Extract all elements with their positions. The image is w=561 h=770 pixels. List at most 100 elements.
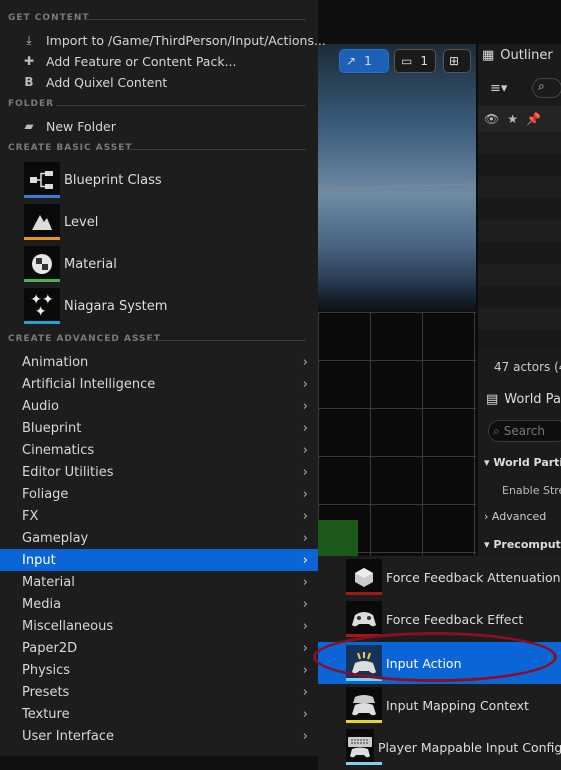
- details-category-world-partition[interactable]: ▾ World Partiti: [484, 456, 561, 469]
- advanced-category-label: Physics: [22, 662, 71, 678]
- advanced-category-audio[interactable]: Audio ›: [0, 395, 318, 417]
- submenu-item-player-mappable-input-config[interactable]: Player Mappable Input Config: [318, 726, 561, 768]
- section-folder: FOLDER: [8, 99, 54, 109]
- level-viewport[interactable]: [318, 44, 476, 564]
- details-search-input[interactable]: ⌕ Search: [488, 420, 561, 442]
- section-label: FOLDER: [8, 99, 55, 109]
- advanced-category-miscellaneous[interactable]: Miscellaneous ›: [0, 615, 318, 637]
- blueprint-class-icon: [24, 162, 60, 198]
- camera-speed-value: 1: [364, 54, 372, 68]
- submenu-item-force-feedback-attenuation[interactable]: Force Feedback Attenuation: [318, 556, 561, 598]
- menu-item-label: New Folder: [46, 118, 116, 134]
- advanced-category-physics[interactable]: Physics ›: [0, 659, 318, 681]
- content-browser-context-menu: GET CONTENT ⤓ Import to /Game/ThirdPerso…: [0, 0, 326, 756]
- layout-button[interactable]: ⊞: [443, 49, 471, 73]
- camera-speed-button[interactable]: ↗ 1: [339, 49, 389, 73]
- details-search-placeholder: Search: [503, 424, 545, 438]
- outliner-icon: ▦: [482, 48, 495, 63]
- advanced-category-presets[interactable]: Presets ›: [0, 681, 318, 703]
- world-partition-title: World Par: [504, 392, 561, 407]
- section-label: CREATE ADVANCED ASSET: [8, 334, 161, 344]
- force-feedback-attenuation-icon: [346, 559, 382, 595]
- menu-item-label: Add Feature or Content Pack...: [46, 53, 237, 69]
- advanced-category-blueprint[interactable]: Blueprint ›: [0, 417, 318, 439]
- chevron-right-icon: ›: [302, 464, 308, 480]
- menu-item-add-quixel[interactable]: B Add Quixel Content: [22, 72, 167, 92]
- feature-pack-icon: ✚: [23, 54, 35, 68]
- chevron-right-icon: ›: [302, 354, 308, 370]
- basic-asset-label: Level: [64, 214, 99, 230]
- advanced-category-texture[interactable]: Texture ›: [0, 703, 318, 725]
- basic-asset-material[interactable]: Material: [24, 246, 314, 282]
- basic-asset-blueprint-class[interactable]: Blueprint Class: [24, 162, 314, 198]
- chevron-right-icon: ›: [302, 618, 308, 634]
- pin-icon[interactable]: 📌: [526, 112, 541, 126]
- outliner-header: ▦ Outliner: [482, 48, 553, 63]
- section-get-content: GET CONTENT: [8, 13, 90, 23]
- menu-item-label: Import to /Game/ThirdPerson/Input/Action…: [46, 32, 326, 48]
- chevron-right-icon: ›: [302, 574, 308, 590]
- advanced-category-user-interface[interactable]: User Interface ›: [0, 725, 318, 747]
- section-create-advanced: CREATE ADVANCED ASSET: [8, 334, 161, 344]
- advanced-category-label: Audio: [22, 398, 59, 414]
- advanced-category-label: FX: [22, 508, 39, 524]
- basic-asset-niagara-system[interactable]: ✦✦ ✦ Niagara System: [24, 288, 314, 324]
- search-icon[interactable]: ⌕: [532, 78, 561, 98]
- details-row-enable-streaming: Enable Strea: [502, 484, 561, 497]
- outliner-panel: ▦ Outliner ≡▾ ⌕ 👁 ★ 📌 47 actors (4 ▤ Wor…: [476, 44, 561, 564]
- basic-asset-label: Material: [64, 256, 117, 272]
- eye-icon[interactable]: 👁: [484, 112, 499, 126]
- chevron-right-icon: ›: [302, 728, 308, 744]
- advanced-category-artificial-intelligence[interactable]: Artificial Intelligence ›: [0, 373, 318, 395]
- submenu-item-label: Player Mappable Input Config: [378, 739, 561, 755]
- player-mappable-input-config-icon: [346, 729, 382, 765]
- grid-layout-icon: ⊞: [449, 54, 460, 68]
- search-icon: ⌕: [493, 423, 500, 438]
- advanced-category-label: User Interface: [22, 728, 114, 744]
- advanced-category-label: Presets: [22, 684, 70, 700]
- advanced-category-label: Foliage: [22, 486, 69, 502]
- details-category-advanced[interactable]: › Advanced: [484, 510, 546, 523]
- advanced-category-editor-utilities[interactable]: Editor Utilities ›: [0, 461, 318, 483]
- advanced-category-foliage[interactable]: Foliage ›: [0, 483, 318, 505]
- basic-asset-label: Blueprint Class: [64, 172, 162, 188]
- niagara-system-icon: ✦✦ ✦: [24, 288, 60, 324]
- advanced-category-label: Blueprint: [22, 420, 82, 436]
- menu-item-import[interactable]: ⤓ Import to /Game/ThirdPerson/Input/Acti…: [22, 30, 326, 50]
- advanced-category-media[interactable]: Media ›: [0, 593, 318, 615]
- chevron-right-icon: ›: [302, 530, 308, 546]
- chevron-right-icon: ›: [302, 486, 308, 502]
- snap-button[interactable]: ▭ 1: [394, 49, 436, 73]
- outliner-rows: [478, 132, 561, 348]
- advanced-category-cinematics[interactable]: Cinematics ›: [0, 439, 318, 461]
- section-create-basic: CREATE BASIC ASSET: [8, 143, 133, 153]
- advanced-category-paper2d[interactable]: Paper2D ›: [0, 637, 318, 659]
- details-row-label: Enable Strea: [502, 484, 561, 497]
- chevron-right-icon: ›: [302, 376, 308, 392]
- advanced-category-gameplay[interactable]: Gameplay ›: [0, 527, 318, 549]
- details-row-label: Precompute: [493, 538, 561, 551]
- details-category-precompute[interactable]: ▾ Precompute: [484, 538, 561, 551]
- viewport-horizon-line: [318, 183, 476, 190]
- outliner-toolbar: ≡▾ ⌕: [478, 74, 561, 104]
- basic-asset-level[interactable]: Level: [24, 204, 314, 240]
- advanced-category-animation[interactable]: Animation ›: [0, 351, 318, 373]
- actor-count: 47 actors (4: [494, 360, 561, 374]
- import-icon: ⤓: [26, 32, 32, 47]
- submenu-item-label: Input Mapping Context: [386, 697, 529, 713]
- star-icon[interactable]: ★: [507, 112, 518, 126]
- advanced-category-material[interactable]: Material ›: [0, 571, 318, 593]
- advanced-category-label: Cinematics: [22, 442, 95, 458]
- chevron-right-icon: ›: [302, 508, 308, 524]
- advanced-category-label: Gameplay: [22, 530, 89, 546]
- chevron-right-icon: ›: [302, 706, 308, 722]
- advanced-category-fx[interactable]: FX ›: [0, 505, 318, 527]
- menu-item-add-feature-pack[interactable]: ✚ Add Feature or Content Pack...: [22, 51, 237, 71]
- filter-icon[interactable]: ≡▾: [490, 81, 507, 96]
- menu-item-new-folder[interactable]: ▰ New Folder: [22, 116, 116, 136]
- world-partition-header: ▤ World Par: [486, 392, 561, 407]
- submenu-item-input-mapping-context[interactable]: Input Mapping Context: [318, 684, 561, 726]
- advanced-category-input[interactable]: Input ›: [0, 549, 318, 571]
- world-partition-icon: ▤: [486, 392, 499, 407]
- chevron-right-icon: ›: [302, 398, 308, 414]
